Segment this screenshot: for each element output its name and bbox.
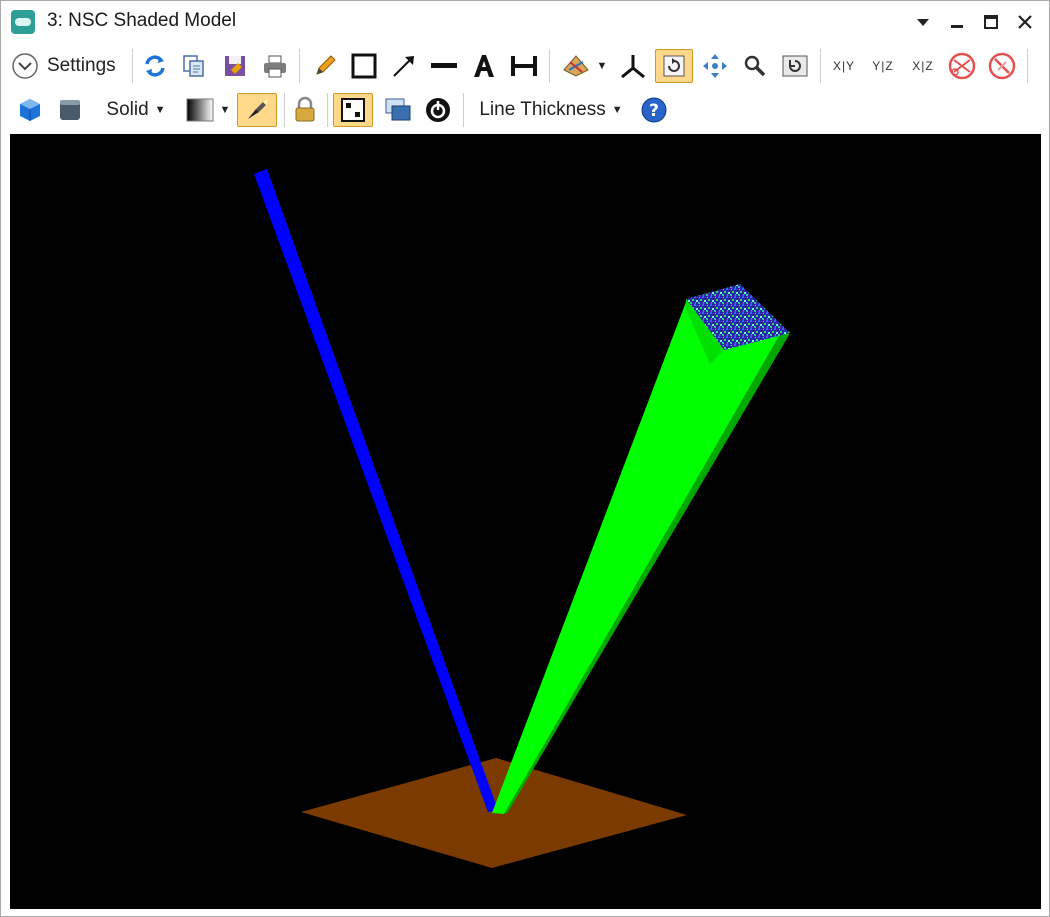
- scene-canvas: [254, 169, 790, 868]
- cube-icon: [20, 99, 40, 121]
- svg-text:?: ?: [649, 101, 659, 121]
- draw-pencil-button[interactable]: [309, 49, 341, 83]
- draw-text-button[interactable]: [468, 49, 500, 83]
- cut-view-button[interactable]: [945, 49, 979, 83]
- cancel-icon: [988, 52, 1016, 80]
- rotate-mode-button[interactable]: [655, 49, 693, 83]
- toolbar-separator: [284, 93, 285, 127]
- green-beam: [492, 302, 789, 814]
- draw-arrow-button[interactable]: [388, 49, 420, 83]
- caret-down-icon: ▼: [611, 104, 623, 116]
- render-mode-label: Solid: [106, 99, 149, 120]
- title-bar: 3: NSC Shaded Model: [1, 1, 1049, 43]
- gradient-icon: [186, 98, 214, 122]
- view-xy-label: X|Y: [832, 59, 856, 73]
- app-icon: [11, 10, 35, 34]
- lock-icon: [295, 96, 315, 122]
- fit-to-window-button[interactable]: [333, 93, 373, 127]
- nsc-shaded-model-window: 3: NSC Shaded Model Settings ▼ X|Y Y|Z X…: [0, 0, 1050, 917]
- settings-label: Settings: [47, 55, 116, 76]
- toolbar-separator: [463, 93, 464, 127]
- close-icon: [1018, 15, 1032, 29]
- line-icon: [431, 63, 457, 68]
- view-yz-label: Y|Z: [872, 59, 894, 73]
- line-thickness-label: Line Thickness: [479, 99, 606, 120]
- view-xz-label: X|Z: [912, 59, 934, 73]
- copy-button[interactable]: [178, 49, 210, 83]
- refresh-button[interactable]: [139, 49, 171, 83]
- flashlight-icon: [248, 99, 268, 119]
- axes-icon: [621, 55, 645, 79]
- refresh-icon: [145, 55, 165, 77]
- draw-dimension-button[interactable]: [507, 49, 541, 83]
- settings-button[interactable]: Settings: [11, 49, 127, 83]
- save-button[interactable]: [219, 49, 251, 83]
- scissors-cancel-icon: [948, 52, 976, 80]
- toolbar-separator: [549, 49, 550, 83]
- rotate-icon: [663, 55, 685, 77]
- rotate-3d-icon: [562, 55, 589, 77]
- help-button[interactable]: ?: [637, 93, 671, 127]
- rectangle-icon: [351, 53, 377, 79]
- close-button[interactable]: [1009, 7, 1041, 37]
- toolbar-separator: [299, 49, 300, 83]
- arrow-icon: [393, 56, 414, 77]
- toolbar-row-2: Solid ▼ ▼ Line Thickness ▼ ?: [1, 89, 1049, 133]
- lighting-button[interactable]: [237, 93, 277, 127]
- view-yz-button[interactable]: Y|Z: [866, 49, 900, 83]
- axes-button[interactable]: [617, 49, 649, 83]
- color-gradient-dropdown[interactable]: ▼: [183, 93, 233, 127]
- view-xz-button[interactable]: X|Z: [906, 49, 940, 83]
- maximize-button[interactable]: [975, 7, 1007, 37]
- windows-icon: [385, 98, 411, 121]
- pencil-icon: [316, 55, 336, 75]
- render-mode-dropdown[interactable]: Solid ▼: [97, 93, 175, 127]
- background-button[interactable]: [53, 93, 87, 127]
- printer-icon: [264, 55, 286, 78]
- window-menu-button[interactable]: [907, 7, 939, 37]
- reset-view-icon: [782, 55, 808, 77]
- minimize-icon: [951, 25, 963, 28]
- blue-source-rod: [254, 169, 498, 812]
- zoom-button[interactable]: [739, 49, 771, 83]
- copy-icon: [183, 55, 204, 77]
- shaded-model-viewport[interactable]: [10, 134, 1041, 909]
- green-beam-edge: [504, 334, 789, 814]
- toolbar-separator: [132, 49, 133, 83]
- cylinder-icon: [60, 100, 80, 120]
- color-by-button[interactable]: [13, 93, 47, 127]
- magnifier-icon: [744, 55, 766, 77]
- caret-down-icon: ▼: [154, 104, 166, 116]
- clear-annotations-button[interactable]: [985, 49, 1019, 83]
- line-thickness-dropdown[interactable]: Line Thickness ▼: [471, 93, 631, 127]
- window-title: 3: NSC Shaded Model: [47, 10, 237, 31]
- rotate-view-dropdown[interactable]: ▼: [559, 49, 609, 83]
- pan-button[interactable]: [699, 49, 731, 83]
- power-timer-icon: [426, 98, 450, 122]
- help-icon: ?: [641, 97, 667, 123]
- draw-rectangle-button[interactable]: [348, 49, 380, 83]
- text-icon: [474, 55, 494, 77]
- dimension-icon: [511, 56, 537, 76]
- print-button[interactable]: [259, 49, 291, 83]
- auto-update-button[interactable]: [421, 93, 455, 127]
- view-xy-button[interactable]: X|Y: [827, 49, 861, 83]
- dropdown-arrow-icon: [917, 19, 929, 26]
- new-window-button[interactable]: [381, 93, 415, 127]
- caret-down-icon: ▼: [596, 60, 608, 72]
- save-icon: [225, 56, 245, 76]
- toolbar-separator: [1027, 49, 1028, 83]
- toolbar-separator: [327, 93, 328, 127]
- toolbar-separator: [820, 49, 821, 83]
- minimize-button[interactable]: [941, 7, 973, 37]
- fit-window-icon: [341, 98, 365, 122]
- toolbar-row-1: Settings ▼ X|Y Y|Z X|Z: [1, 43, 1049, 89]
- lock-button[interactable]: [289, 93, 321, 127]
- draw-line-button[interactable]: [428, 49, 460, 83]
- reset-view-button[interactable]: [778, 49, 812, 83]
- maximize-icon: [984, 15, 998, 29]
- chevron-down-circle-icon: [12, 53, 38, 79]
- caret-down-icon: ▼: [219, 104, 231, 116]
- pan-icon: [703, 54, 727, 78]
